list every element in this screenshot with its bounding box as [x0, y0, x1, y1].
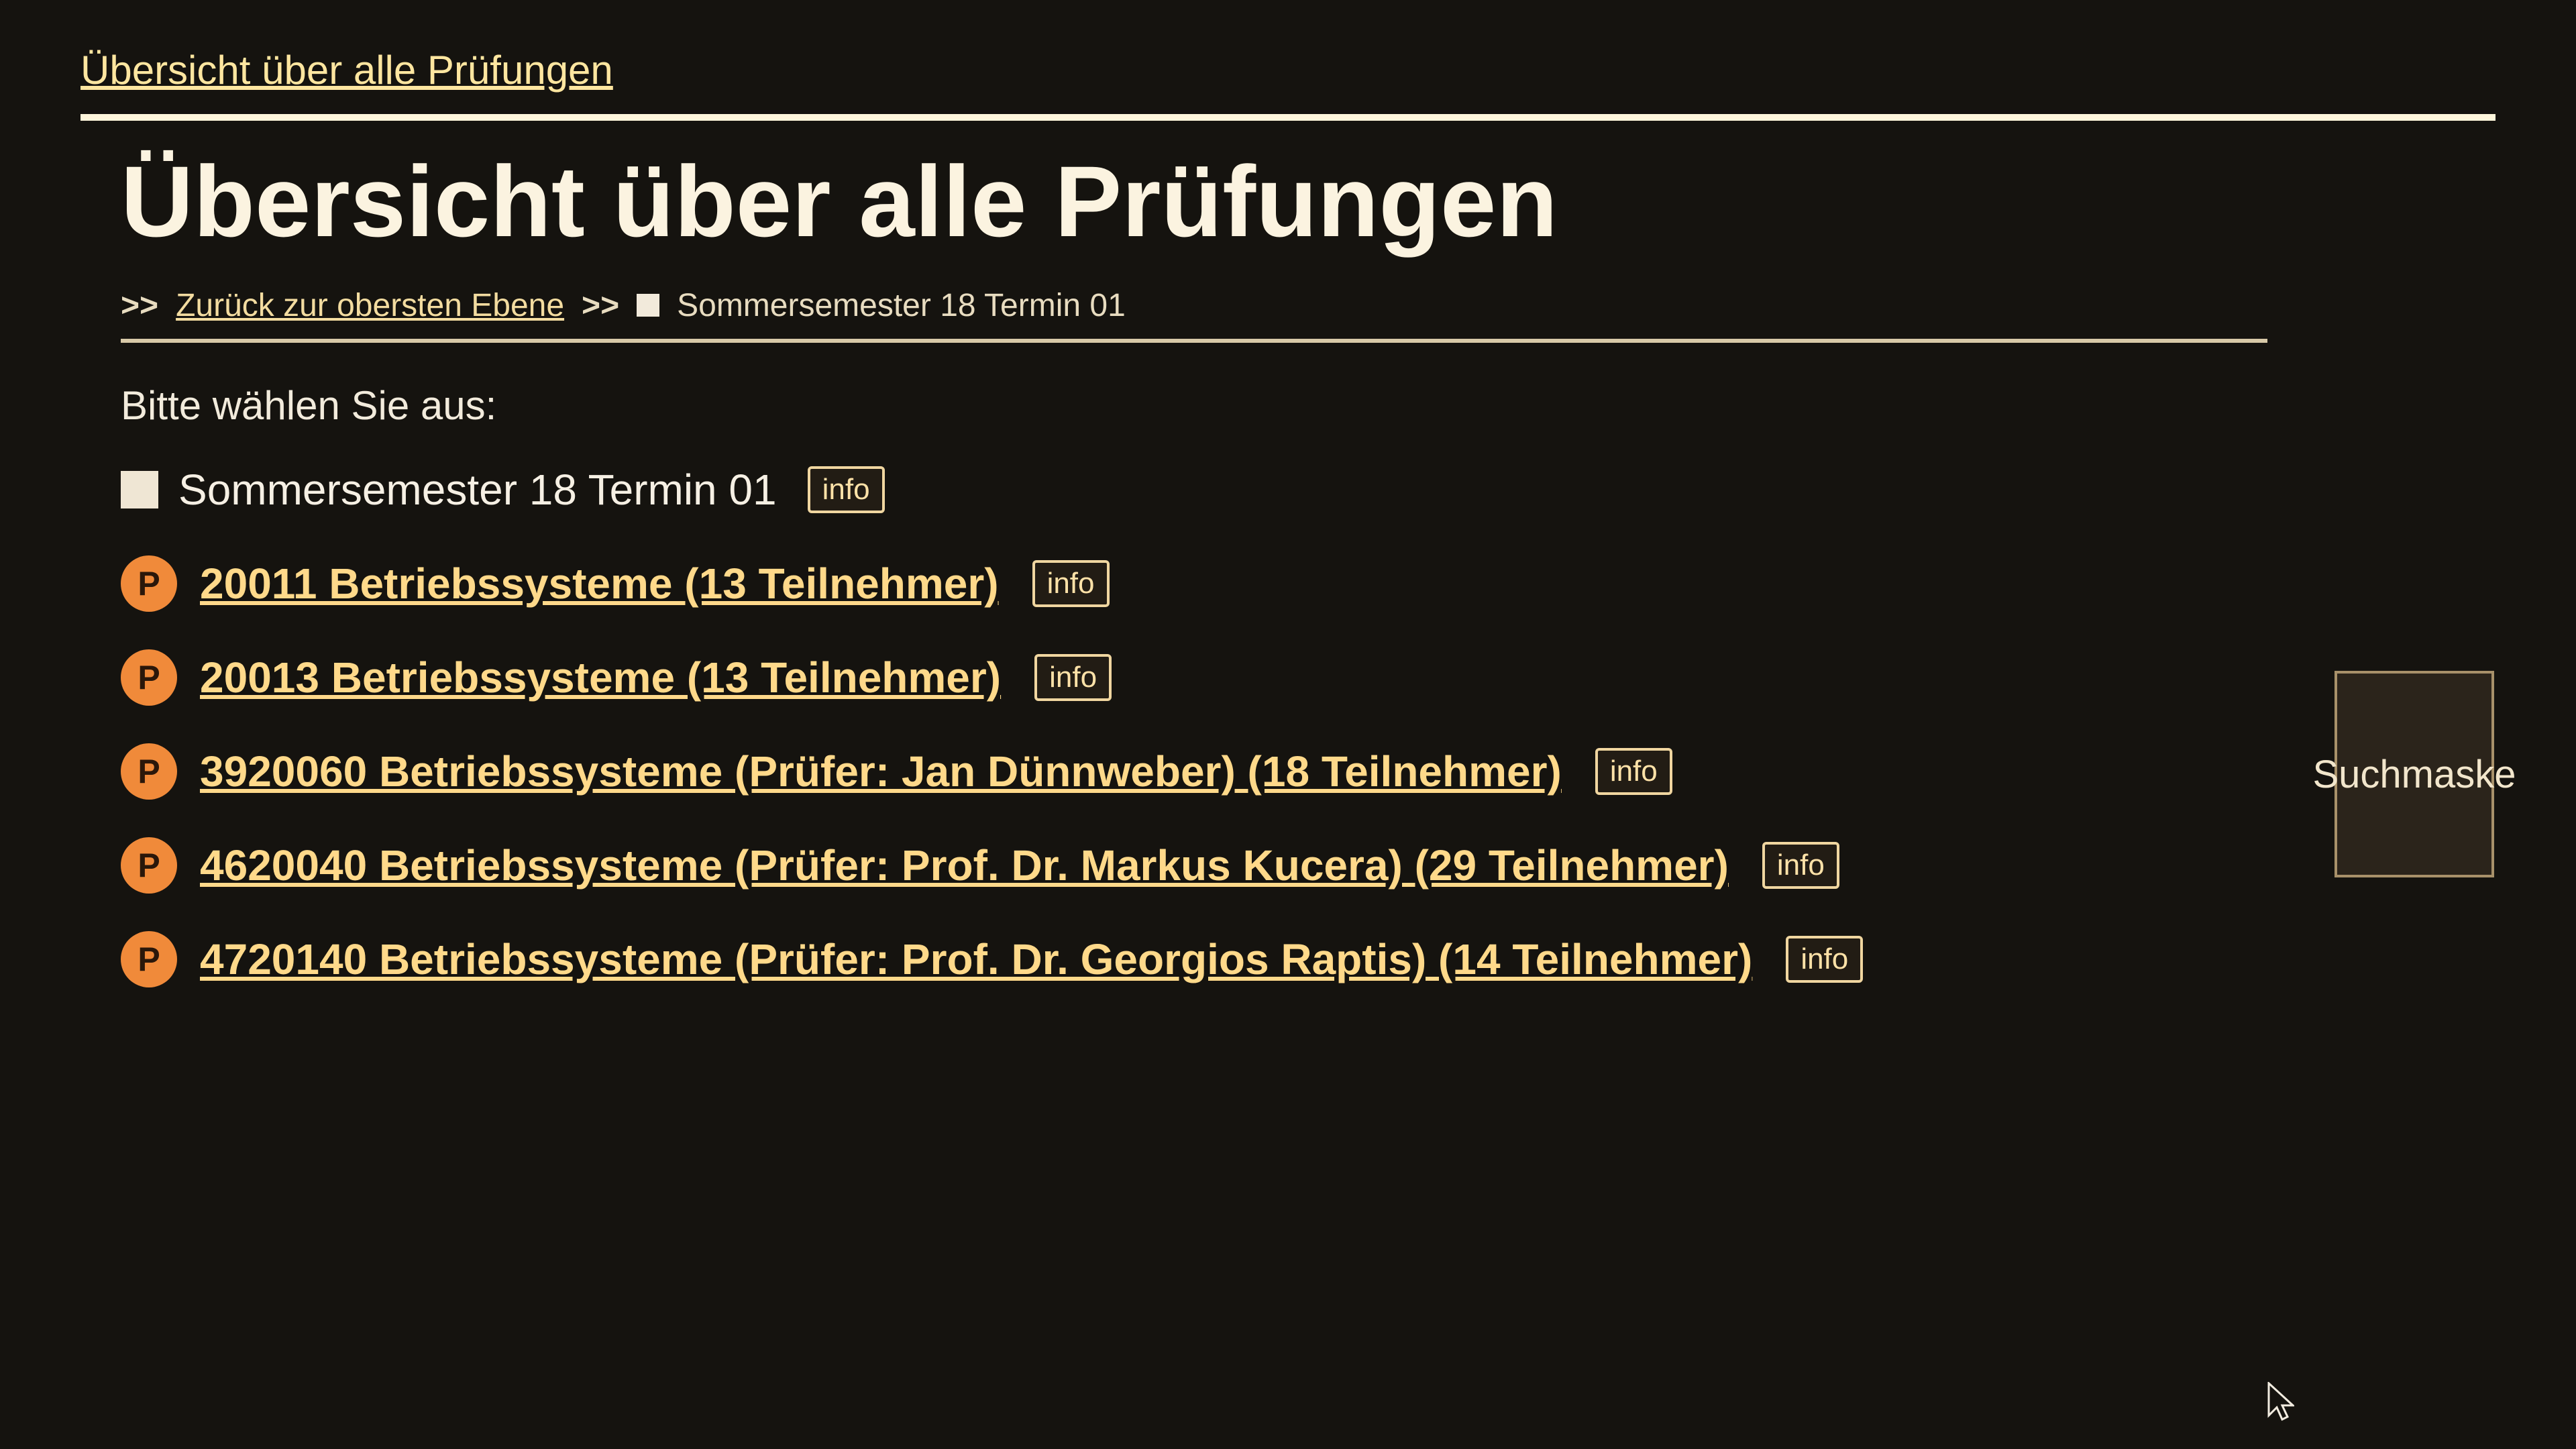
exam-overview-screen: Übersicht über alle Prüfungen Übersicht …	[0, 0, 2576, 1449]
semester-info-button[interactable]: info	[807, 466, 885, 513]
exam-p-icon: P	[121, 837, 177, 894]
exam-info-button[interactable]: info	[1595, 748, 1672, 795]
header-divider	[80, 114, 2496, 121]
breadcrumb-divider	[121, 339, 2267, 343]
semester-row: Sommersemester 18 Termin 01 info	[121, 456, 885, 523]
exam-info-button[interactable]: info	[1032, 560, 1110, 607]
folder-square-icon	[121, 471, 158, 508]
breadcrumb-back-link[interactable]: Zurück zur obersten Ebene	[176, 287, 564, 324]
exam-p-icon: P	[121, 555, 177, 612]
exam-info-button[interactable]: info	[1034, 654, 1112, 701]
page-title: Übersicht über alle Prüfungen	[121, 145, 1558, 258]
exam-p-icon: P	[121, 743, 177, 800]
breadcrumb-separator: >>	[582, 287, 620, 323]
selection-prompt: Bitte wählen Sie aus:	[121, 383, 497, 428]
semester-label: Sommersemester 18 Termin 01	[178, 466, 777, 514]
breadcrumb: >> Zurück zur obersten Ebene >> Sommerse…	[121, 275, 1126, 335]
exam-list-item: P 4620040 Betriebssysteme (Prüfer: Prof.…	[121, 818, 1863, 912]
exam-link[interactable]: 20011 Betriebssysteme (13 Teilnehmer)	[200, 559, 999, 608]
exam-link[interactable]: 4620040 Betriebssysteme (Prüfer: Prof. D…	[200, 841, 1729, 890]
breadcrumb-current: Sommersemester 18 Termin 01	[677, 287, 1126, 323]
exam-list-item: P 3920060 Betriebssysteme (Prüfer: Jan D…	[121, 724, 1863, 818]
search-mask-button[interactable]: Suchmaske	[2312, 671, 2516, 877]
overview-top-link[interactable]: Übersicht über alle Prüfungen	[80, 47, 613, 93]
exam-link[interactable]: 20013 Betriebssysteme (13 Teilnehmer)	[200, 653, 1001, 702]
exam-list: P 20011 Betriebssysteme (13 Teilnehmer) …	[121, 537, 1864, 1006]
exam-info-button[interactable]: info	[1762, 842, 1839, 889]
exam-link[interactable]: 3920060 Betriebssysteme (Prüfer: Jan Dün…	[200, 747, 1562, 796]
exam-list-item: P 20013 Betriebssysteme (13 Teilnehmer) …	[121, 631, 1863, 724]
breadcrumb-separator: >>	[121, 287, 159, 323]
exam-p-icon: P	[121, 931, 177, 987]
exam-list-item: P 4720140 Betriebssysteme (Prüfer: Prof.…	[121, 912, 1864, 1006]
mouse-cursor-icon	[2267, 1382, 2294, 1421]
exam-list-item: P 20011 Betriebssysteme (13 Teilnehmer) …	[121, 537, 1863, 631]
exam-info-button[interactable]: info	[1786, 936, 1864, 983]
exam-p-icon: P	[121, 649, 177, 706]
exam-link[interactable]: 4720140 Betriebssysteme (Prüfer: Prof. D…	[200, 934, 1752, 984]
folder-square-icon	[637, 294, 660, 317]
